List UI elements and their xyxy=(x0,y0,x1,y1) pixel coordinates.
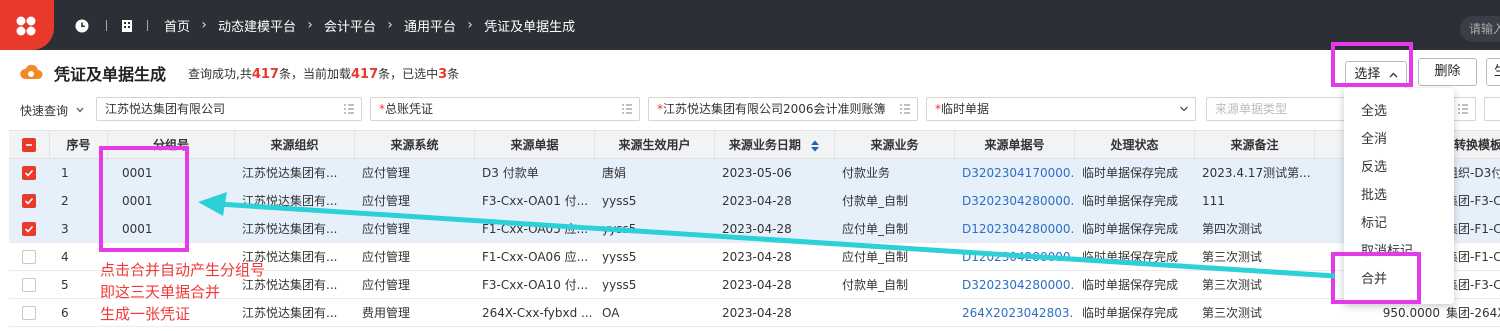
annotation-arrow-icon xyxy=(198,192,1336,279)
annotation-line-1: 点击合并自动产生分组号 xyxy=(100,261,266,279)
annotation-line-2: 即这三天单据合并 xyxy=(100,283,221,301)
annotation-line-3: 生成一张凭证 xyxy=(100,305,191,323)
